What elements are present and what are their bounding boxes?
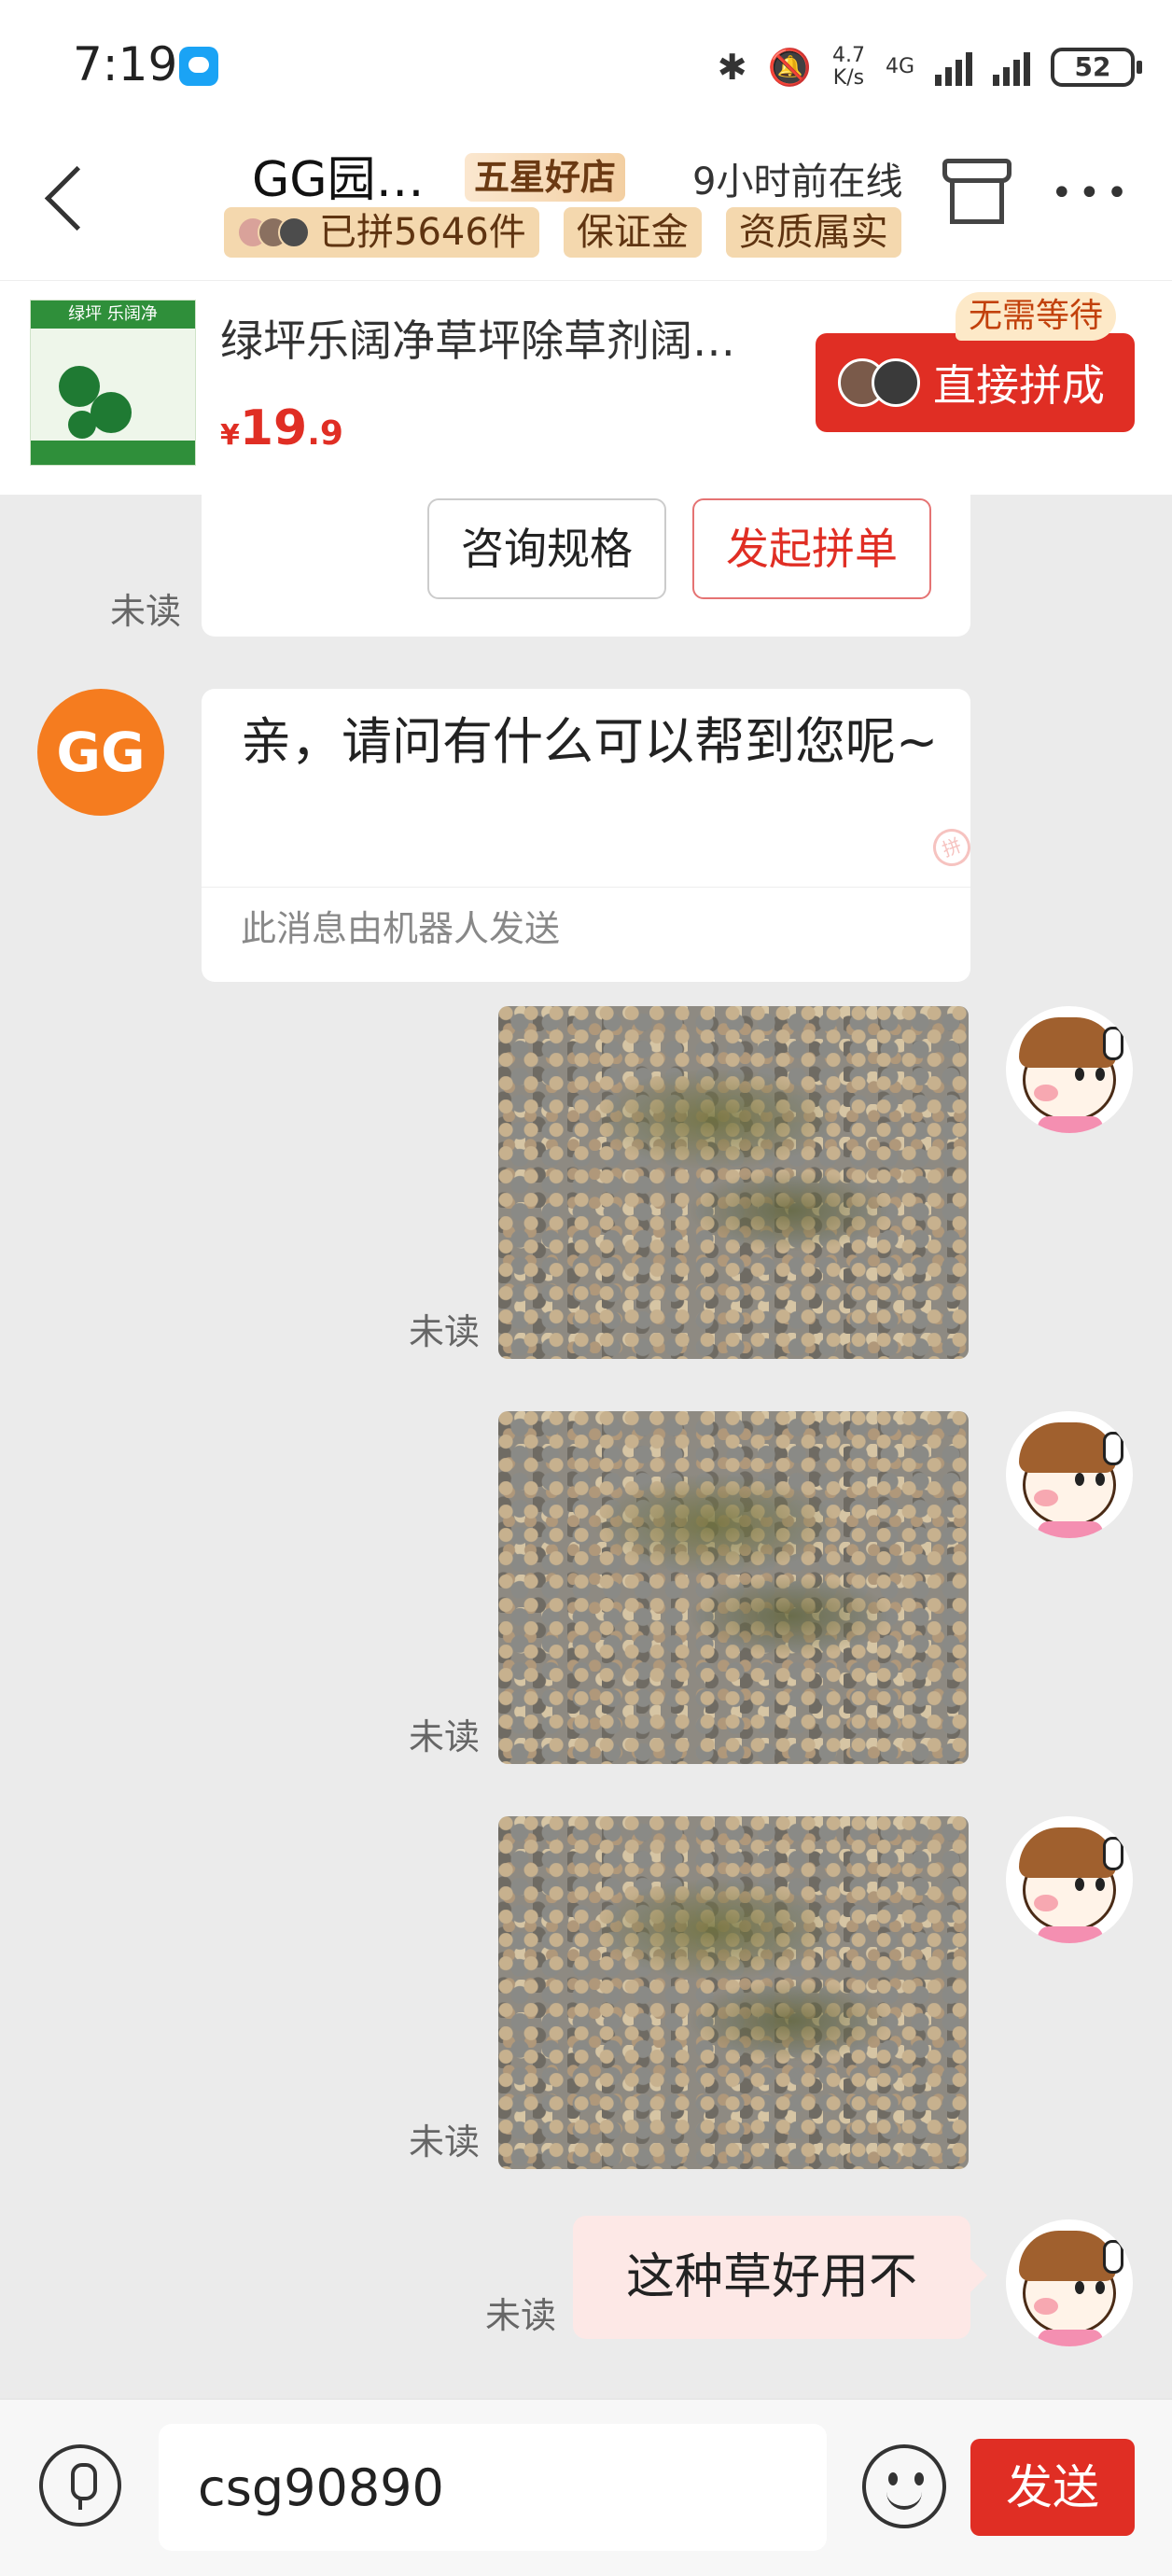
- message-composer: 发送: [0, 2399, 1172, 2576]
- signal-icon: [935, 49, 972, 86]
- store-icon[interactable]: [942, 159, 1012, 228]
- buyer-avatars: [237, 217, 310, 248]
- pinduoduo-watermark: 拼: [928, 823, 976, 872]
- user-text-bubble: 这种草好用不: [573, 2216, 987, 2339]
- status-bar: 7:19 ✱ 🔕 4.7 K/s 4G 52: [0, 0, 1172, 131]
- status-icons: ✱ 🔕 4.7 K/s 4G 52: [717, 41, 1142, 93]
- network-type: 4G: [885, 55, 914, 78]
- user-avatar[interactable]: [1006, 2219, 1133, 2346]
- five-star-badge: 五星好店: [465, 153, 626, 202]
- bot-message-bubble: 亲，请问有什么可以帮到您呢~ 此消息由机器人发送 拼: [202, 689, 976, 982]
- divider: [202, 887, 970, 888]
- gravel-weed-photo-3[interactable]: [498, 1816, 969, 2169]
- signal-icon-2: [993, 49, 1030, 86]
- back-button[interactable]: [34, 149, 99, 243]
- gravel-weed-photo-2[interactable]: [498, 1411, 969, 1764]
- microphone-icon[interactable]: [39, 2444, 121, 2527]
- unread-label: 未读: [409, 2121, 481, 2163]
- bot-note: 此消息由机器人发送: [241, 908, 561, 949]
- product-message-card: 咨询规格 发起拼单: [202, 495, 970, 637]
- message-input[interactable]: [159, 2424, 827, 2551]
- send-button[interactable]: 发送: [970, 2439, 1135, 2536]
- unread-label: 未读: [485, 2295, 557, 2336]
- user-avatar[interactable]: [1006, 1411, 1133, 1538]
- status-time: 7:19: [73, 37, 178, 91]
- battery-icon: 52: [1051, 48, 1142, 87]
- mute-icon: 🔕: [767, 47, 812, 88]
- sales-tag: 已拼5646件: [224, 207, 539, 258]
- emoji-icon[interactable]: [862, 2444, 946, 2528]
- buy-avatars: [838, 358, 920, 407]
- product-price: ¥19.9: [220, 400, 343, 456]
- more-options-button[interactable]: •••: [1051, 172, 1134, 215]
- start-group-buy-button[interactable]: 发起拼单: [692, 498, 931, 599]
- shop-avatar[interactable]: GG: [37, 689, 164, 816]
- message-app-icon: [179, 47, 218, 86]
- product-title[interactable]: 绿坪乐阔净草坪除草剂阔…: [220, 307, 789, 369]
- no-wait-badge: 无需等待: [956, 292, 1117, 341]
- direct-group-buy-button[interactable]: 直接拼成: [816, 333, 1135, 432]
- shop-tags: 已拼5646件 保证金 资质属实: [224, 207, 901, 258]
- product-card[interactable]: 绿坪 乐阔净 绿坪乐阔净草坪除草剂阔… ¥19.9 直接拼成 无需等待: [0, 280, 1172, 495]
- user-avatar[interactable]: [1006, 1816, 1133, 1943]
- verified-tag: 资质属实: [725, 207, 901, 258]
- gravel-weed-photo-1[interactable]: [498, 1006, 969, 1359]
- user-avatar[interactable]: [1006, 1006, 1133, 1133]
- consult-spec-button[interactable]: 咨询规格: [427, 498, 666, 599]
- network-speed: 4.7 K/s: [831, 44, 865, 90]
- thumbnail-brand: 绿坪 乐阔净: [31, 301, 195, 329]
- chat-area[interactable]: 咨询规格 发起拼单 未读 GG 亲，请问有什么可以帮到您呢~ 此消息由机器人发送…: [0, 495, 1172, 2399]
- product-thumbnail[interactable]: 绿坪 乐阔净: [30, 300, 196, 466]
- bluetooth-icon: ✱: [717, 47, 747, 88]
- chat-header: GG园… 五星好店 9小时前在线 已拼5646件 保证金 资质属实 •••: [0, 131, 1172, 280]
- shop-name[interactable]: GG园…: [252, 140, 425, 210]
- online-status: 9小时前在线: [692, 161, 903, 203]
- bot-message-text: 亲，请问有什么可以帮到您呢~: [241, 712, 939, 771]
- unread-label: 未读: [409, 1311, 481, 1352]
- unread-label: 未读: [409, 1716, 481, 1757]
- deposit-tag: 保证金: [563, 207, 702, 258]
- unread-label: 未读: [110, 591, 182, 632]
